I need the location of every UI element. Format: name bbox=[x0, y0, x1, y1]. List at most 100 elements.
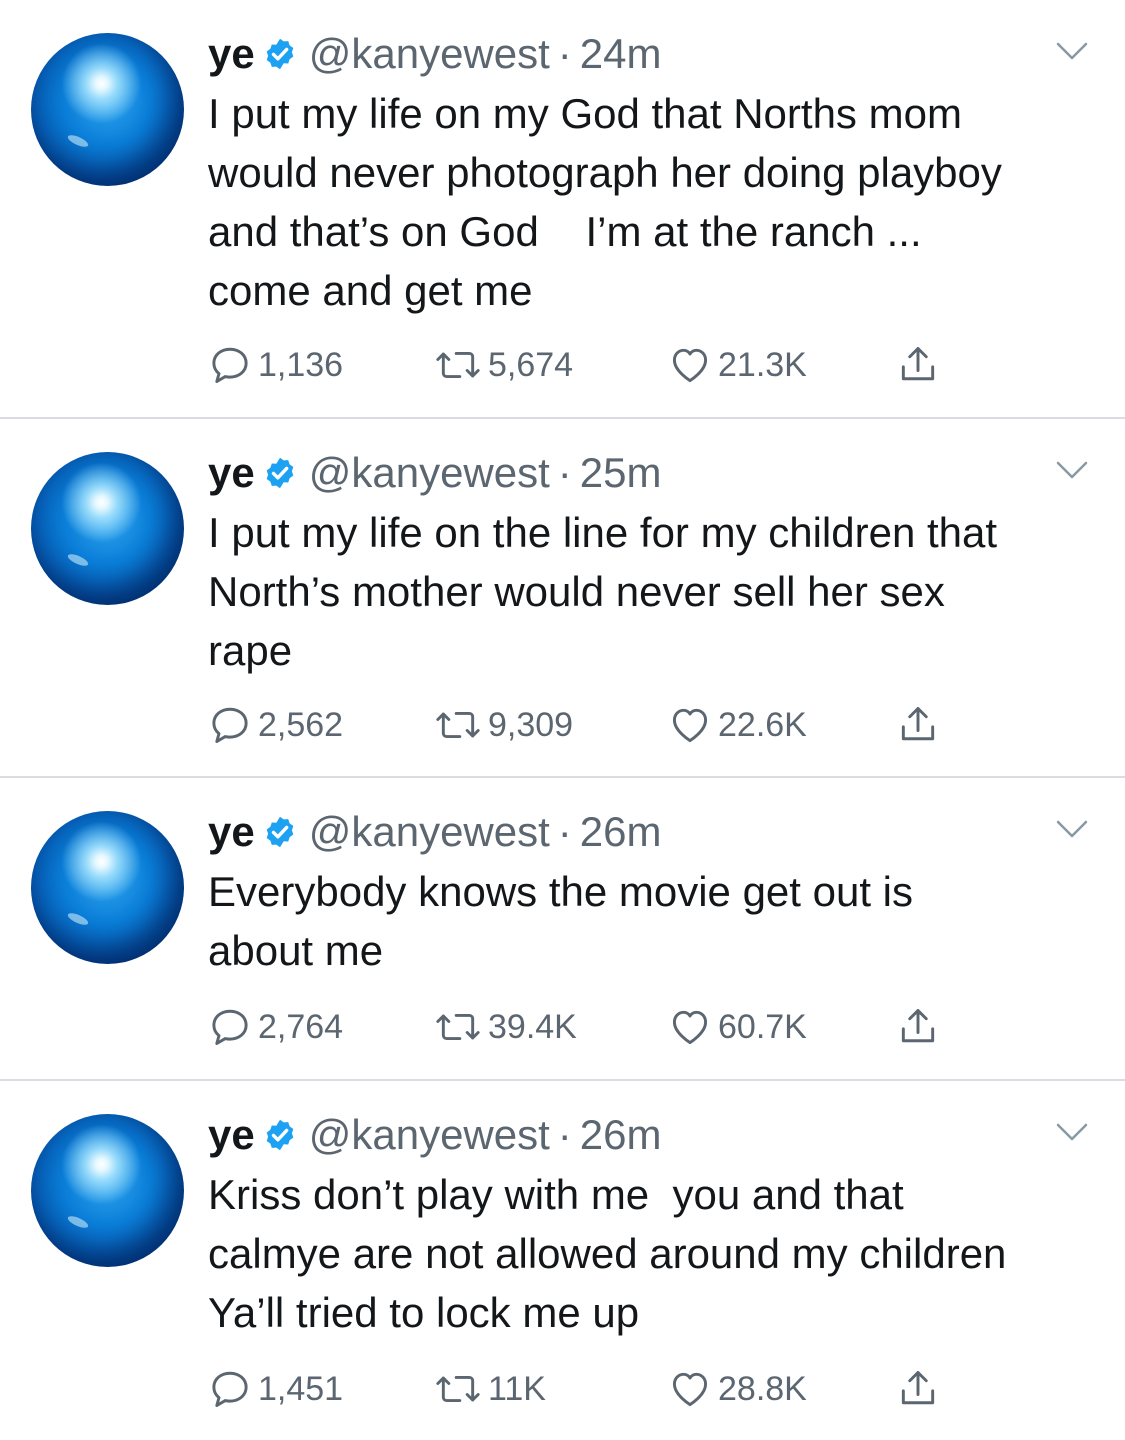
reply-button[interactable]: 2,764 bbox=[208, 1003, 343, 1051]
tweet-text-line: and that’s on God I’m at the ranch ... bbox=[208, 208, 922, 255]
share-button[interactable] bbox=[896, 341, 940, 389]
tweet-text: I put my life on the line for my childre… bbox=[208, 503, 1108, 680]
reply-count: 2,562 bbox=[258, 705, 344, 744]
user-handle[interactable]: @kanyewest bbox=[309, 30, 550, 78]
tweet-feed: ye @kanyewest · 24m I put my life on my … bbox=[0, 0, 1125, 1440]
retweet-button[interactable]: 5,674 bbox=[434, 341, 573, 389]
avatar[interactable] bbox=[31, 452, 184, 605]
like-button[interactable]: 28.8K bbox=[668, 1365, 807, 1413]
chevron-down-icon[interactable] bbox=[1055, 1121, 1089, 1145]
timestamp[interactable]: 26m bbox=[580, 808, 662, 856]
like-count: 28.8K bbox=[718, 1369, 807, 1408]
timestamp[interactable]: 26m bbox=[580, 1111, 662, 1159]
retweet-icon bbox=[434, 1367, 482, 1411]
separator-dot: · bbox=[557, 449, 572, 496]
share-icon bbox=[896, 343, 940, 387]
like-count: 21.3K bbox=[718, 345, 807, 384]
retweet-count: 39.4K bbox=[488, 1007, 577, 1046]
user-handle[interactable]: @kanyewest bbox=[309, 808, 550, 856]
tweet-text: I put my life on my God that Norths mom … bbox=[208, 84, 1108, 320]
retweet-count: 11K bbox=[488, 1369, 546, 1408]
reply-button[interactable]: 1,136 bbox=[208, 341, 343, 389]
retweet-icon bbox=[434, 703, 482, 747]
tweet-text-line: Everybody knows the movie get out is bbox=[208, 868, 914, 915]
reply-icon bbox=[208, 1367, 252, 1411]
tweet-text-line: would never photograph her doing playboy bbox=[208, 149, 1002, 196]
timestamp[interactable]: 24m bbox=[580, 30, 662, 78]
tweet-text-line: I put my life on the line for my childre… bbox=[208, 509, 998, 556]
action-bar: 1,451 11K 28.8K bbox=[208, 1365, 968, 1413]
display-name[interactable]: ye bbox=[208, 808, 255, 856]
like-count: 60.7K bbox=[718, 1007, 807, 1046]
display-name[interactable]: ye bbox=[208, 449, 255, 497]
share-button[interactable] bbox=[896, 1003, 940, 1051]
tweet-text: Kriss don’t play with me you and that ca… bbox=[208, 1165, 1108, 1342]
user-handle[interactable]: @kanyewest bbox=[309, 1111, 550, 1159]
tweet[interactable]: ye @kanyewest · 24m I put my life on my … bbox=[0, 0, 1125, 419]
tweet-header: ye @kanyewest · 25m bbox=[208, 449, 662, 497]
reply-count: 1,136 bbox=[258, 345, 344, 384]
share-icon bbox=[896, 1367, 940, 1411]
action-bar: 1,136 5,674 21.3K bbox=[208, 341, 968, 389]
tweet-text-line: Kriss don’t play with me you and that bbox=[208, 1171, 904, 1218]
like-button[interactable]: 60.7K bbox=[668, 1003, 807, 1051]
share-icon bbox=[896, 703, 940, 747]
reply-count: 1,451 bbox=[258, 1369, 344, 1408]
separator-dot: · bbox=[557, 30, 572, 77]
retweet-count: 9,309 bbox=[488, 705, 574, 744]
verified-badge-icon bbox=[263, 1118, 297, 1152]
heart-icon bbox=[668, 1367, 712, 1411]
action-bar: 2,562 9,309 22.6K bbox=[208, 701, 968, 749]
chevron-down-icon[interactable] bbox=[1055, 40, 1089, 64]
reply-button[interactable]: 1,451 bbox=[208, 1365, 343, 1413]
separator-dot: · bbox=[557, 808, 572, 855]
separator-dot: · bbox=[557, 1111, 572, 1158]
tweet-text-line: about me bbox=[208, 927, 384, 974]
retweet-icon bbox=[434, 1005, 482, 1049]
chevron-down-icon[interactable] bbox=[1055, 818, 1089, 842]
tweet-text-line: rape bbox=[208, 627, 293, 674]
display-name[interactable]: ye bbox=[208, 30, 255, 78]
verified-badge-icon bbox=[263, 456, 297, 490]
tweet-text-line: come and get me bbox=[208, 267, 533, 314]
reply-icon bbox=[208, 703, 252, 747]
reply-count: 2,764 bbox=[258, 1007, 344, 1046]
verified-badge-icon bbox=[263, 815, 297, 849]
reply-button[interactable]: 2,562 bbox=[208, 701, 343, 749]
heart-icon bbox=[668, 703, 712, 747]
like-count: 22.6K bbox=[718, 705, 807, 744]
retweet-count: 5,674 bbox=[488, 345, 574, 384]
tweet-text-line: Ya’ll tried to lock me up bbox=[208, 1289, 640, 1336]
tweet-text: Everybody knows the movie get out is abo… bbox=[208, 862, 1108, 980]
tweet-header: ye @kanyewest · 24m bbox=[208, 30, 662, 78]
display-name[interactable]: ye bbox=[208, 1111, 255, 1159]
like-button[interactable]: 21.3K bbox=[668, 341, 807, 389]
chevron-down-icon[interactable] bbox=[1055, 459, 1089, 483]
like-button[interactable]: 22.6K bbox=[668, 701, 807, 749]
retweet-icon bbox=[434, 343, 482, 387]
reply-icon bbox=[208, 343, 252, 387]
user-handle[interactable]: @kanyewest bbox=[309, 449, 550, 497]
retweet-button[interactable]: 11K bbox=[434, 1365, 546, 1413]
retweet-button[interactable]: 9,309 bbox=[434, 701, 573, 749]
tweet-text-line: I put my life on my God that Norths mom bbox=[208, 90, 962, 137]
action-bar: 2,764 39.4K 60.7K bbox=[208, 1003, 968, 1051]
tweet-text-line: North’s mother would never sell her sex bbox=[208, 568, 945, 615]
tweet[interactable]: ye @kanyewest · 25m I put my life on the… bbox=[0, 419, 1125, 778]
tweet-header: ye @kanyewest · 26m bbox=[208, 808, 662, 856]
retweet-button[interactable]: 39.4K bbox=[434, 1003, 577, 1051]
reply-icon bbox=[208, 1005, 252, 1049]
share-button[interactable] bbox=[896, 1365, 940, 1413]
avatar[interactable] bbox=[31, 1114, 184, 1267]
tweet-header: ye @kanyewest · 26m bbox=[208, 1111, 662, 1159]
avatar[interactable] bbox=[31, 33, 184, 186]
tweet[interactable]: ye @kanyewest · 26m Everybody knows the … bbox=[0, 778, 1125, 1081]
avatar[interactable] bbox=[31, 811, 184, 964]
share-button[interactable] bbox=[896, 701, 940, 749]
heart-icon bbox=[668, 343, 712, 387]
heart-icon bbox=[668, 1005, 712, 1049]
tweet[interactable]: ye @kanyewest · 26m Kriss don’t play wit… bbox=[0, 1081, 1125, 1440]
timestamp[interactable]: 25m bbox=[580, 449, 662, 497]
share-icon bbox=[896, 1005, 940, 1049]
verified-badge-icon bbox=[263, 37, 297, 71]
